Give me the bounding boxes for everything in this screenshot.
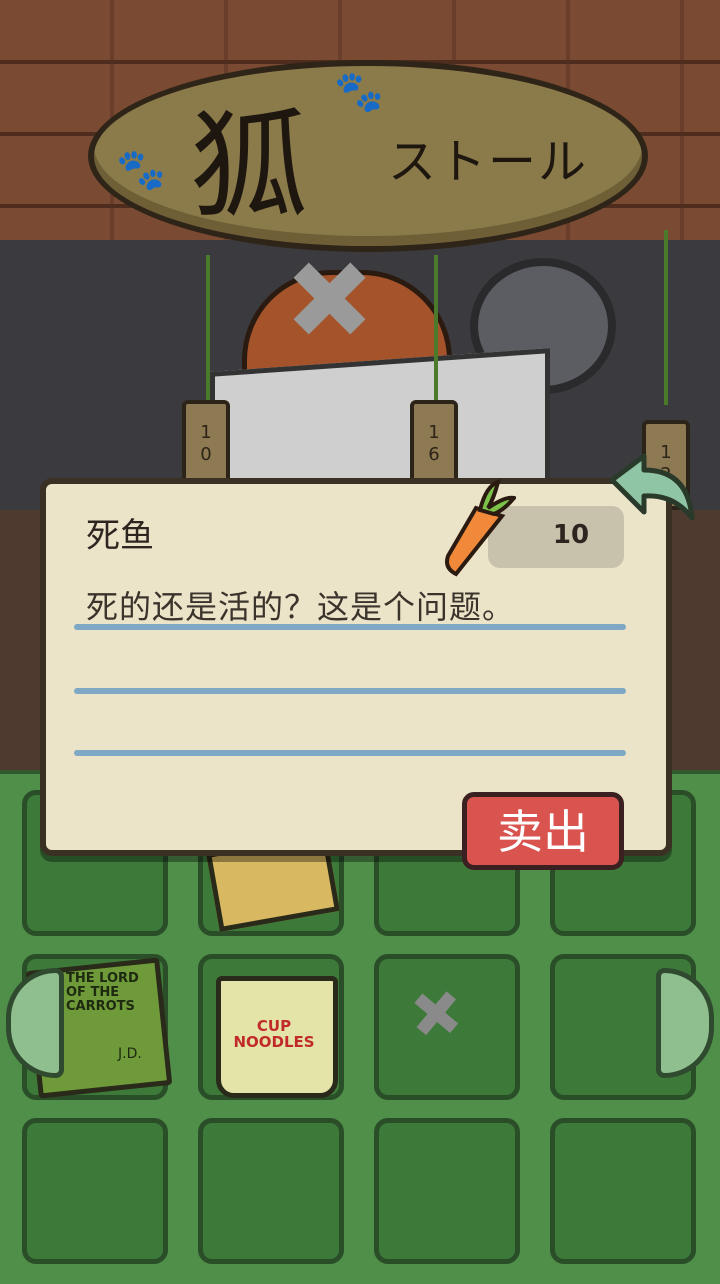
item-description: 死的还是活的？这是个问题。 (86, 588, 516, 626)
cup-label: CUP NOODLES (233, 1017, 315, 1051)
inventory-slot[interactable] (374, 1118, 520, 1264)
ruled-line (74, 624, 626, 630)
inventory-slot[interactable] (22, 1118, 168, 1264)
inventory-slot[interactable] (550, 1118, 696, 1264)
price-tag: 1 0 (182, 400, 230, 490)
hanging-string (206, 255, 210, 405)
price-tag: 1 6 (410, 400, 458, 490)
ruled-line (74, 688, 626, 694)
item-name: 死鱼 (86, 516, 154, 556)
book-initials: J.D. (118, 1046, 142, 1062)
inventory-slot[interactable] (198, 1118, 344, 1264)
back-arrow-icon[interactable] (604, 452, 700, 532)
sign-kanji: 狐 (190, 97, 309, 235)
hanging-string (434, 255, 438, 405)
sell-button[interactable]: 卖出 (462, 792, 624, 870)
sign-kana: ストール (388, 134, 589, 190)
hanging-string (664, 230, 668, 405)
paw-icon: 🐾 (116, 147, 166, 193)
ruled-line (74, 750, 626, 756)
carrot-icon (445, 478, 516, 577)
paw-icon: 🐾 (334, 69, 384, 115)
book-title: THE LORD OF THE CARROTS (66, 971, 139, 1014)
